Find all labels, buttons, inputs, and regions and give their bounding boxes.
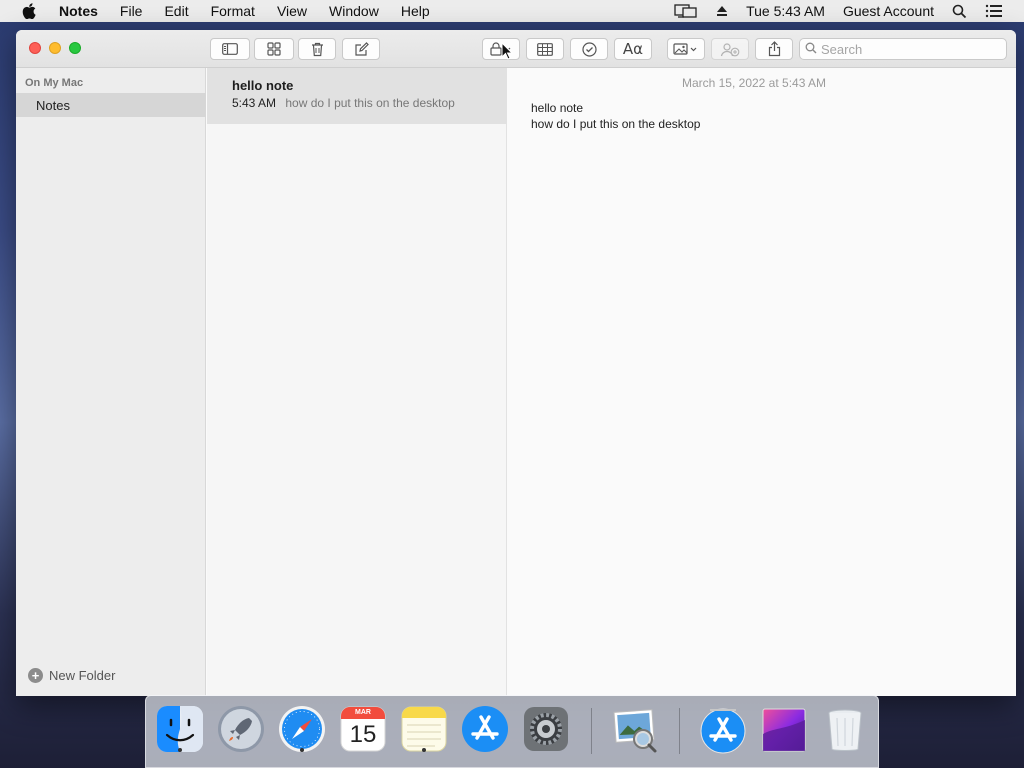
- media-icon: [673, 42, 699, 56]
- running-indicator: [178, 748, 182, 752]
- share-icon: [768, 41, 781, 57]
- delete-note-button[interactable]: [298, 38, 336, 60]
- notes-window: Aα On My Mac Notes: [16, 30, 1016, 696]
- add-media-button[interactable]: [667, 38, 705, 60]
- collaborate-button[interactable]: [711, 38, 749, 60]
- dock-preview[interactable]: [609, 704, 659, 754]
- dock: MAR 15: [145, 695, 879, 768]
- window-close-button[interactable]: [29, 42, 41, 54]
- dock-calendar[interactable]: MAR 15: [338, 704, 388, 754]
- eject-icon[interactable]: [707, 5, 737, 17]
- finder-icon: [155, 704, 205, 754]
- note-meta: 5:43 AM how do I put this on the desktop: [232, 96, 507, 110]
- insert-table-button[interactable]: [526, 38, 564, 60]
- new-folder-label: New Folder: [49, 668, 116, 683]
- display-icon[interactable]: [665, 3, 707, 19]
- checklist-icon: [581, 41, 597, 57]
- search-field[interactable]: [799, 38, 1007, 60]
- menu-help[interactable]: Help: [390, 3, 441, 19]
- dock-safari[interactable]: [277, 704, 327, 754]
- sidebar-section-on-my-mac: On My Mac: [25, 77, 84, 89]
- menu-view[interactable]: View: [266, 3, 318, 19]
- dock-finder[interactable]: [155, 704, 205, 754]
- collaborate-icon: [720, 42, 740, 57]
- dock-notes[interactable]: [399, 704, 449, 754]
- sidebar-toggle-icon: [222, 43, 238, 55]
- calendar-day: 15: [349, 721, 377, 748]
- text-format-button[interactable]: Aα: [614, 38, 652, 60]
- new-folder-button[interactable]: + New Folder: [28, 668, 115, 683]
- wallpaper-icon: [759, 704, 809, 754]
- dock-wallpaper[interactable]: [759, 704, 809, 754]
- window-maximize-button[interactable]: [69, 42, 81, 54]
- note-time: 5:43 AM: [232, 96, 277, 110]
- dock-downloads[interactable]: [698, 704, 748, 754]
- notes-icon: [399, 704, 449, 754]
- note-editor[interactable]: March 15, 2022 at 5:43 AM hello note how…: [508, 68, 1016, 696]
- dock-trash[interactable]: [820, 704, 870, 754]
- list-item[interactable]: hello note 5:43 AM how do I put this on …: [207, 68, 507, 124]
- sidebar-toggle-button[interactable]: [210, 38, 250, 60]
- checklist-button[interactable]: [570, 38, 608, 60]
- folders-sidebar: On My Mac Notes + New Folder: [16, 68, 206, 696]
- running-indicator: [422, 748, 426, 752]
- menu-user-account[interactable]: Guest Account: [834, 3, 943, 19]
- menu-window[interactable]: Window: [318, 3, 390, 19]
- menu-bar-status-area: Tue 5:43 AM Guest Account: [665, 0, 1024, 22]
- notes-list: hello note 5:43 AM how do I put this on …: [207, 68, 507, 696]
- downloads-stack-icon: [698, 704, 748, 754]
- window-toolbar: Aα: [16, 30, 1016, 68]
- compose-note-button[interactable]: [342, 38, 380, 60]
- running-indicator: [300, 748, 304, 752]
- control-center-icon[interactable]: [976, 4, 1012, 18]
- plus-circle-icon: +: [28, 668, 43, 683]
- dock-system-preferences[interactable]: [521, 704, 571, 754]
- apple-icon[interactable]: [20, 2, 38, 20]
- compose-icon: [354, 41, 369, 57]
- dock-separator: [679, 708, 680, 754]
- mouse-cursor-icon: [501, 41, 514, 63]
- note-body-line: hello note: [531, 101, 584, 115]
- window-minimize-button[interactable]: [49, 42, 61, 54]
- gallery-view-icon: [267, 42, 281, 56]
- format-icon: Aα: [622, 40, 644, 58]
- menu-app-notes[interactable]: Notes: [48, 3, 109, 19]
- safari-icon: [277, 704, 327, 754]
- note-body[interactable]: hello note how do I put this on the desk…: [531, 100, 700, 132]
- dock-app-store[interactable]: [460, 704, 510, 754]
- note-body-line: how do I put this on the desktop: [531, 117, 701, 131]
- menu-file[interactable]: File: [109, 3, 154, 19]
- gear-icon: [521, 704, 571, 754]
- calendar-month: MAR: [355, 709, 371, 716]
- share-button[interactable]: [755, 38, 793, 60]
- menu-edit[interactable]: Edit: [153, 3, 199, 19]
- dock-launchpad[interactable]: [216, 704, 266, 754]
- search-input[interactable]: [821, 41, 991, 57]
- menu-clock[interactable]: Tue 5:43 AM: [737, 3, 834, 19]
- sidebar-item-label: Notes: [36, 97, 70, 113]
- sidebar-item-notes[interactable]: Notes: [16, 93, 206, 117]
- search-icon: [805, 42, 817, 57]
- gallery-view-button[interactable]: [254, 38, 294, 60]
- launchpad-icon: [216, 704, 266, 754]
- note-preview: how do I put this on the desktop: [285, 96, 455, 110]
- dock-separator: [591, 708, 592, 754]
- preview-icon: [609, 704, 659, 754]
- table-icon: [537, 42, 553, 56]
- menu-format[interactable]: Format: [200, 3, 266, 19]
- trash-can-icon: [820, 704, 870, 754]
- menu-bar: Notes File Edit Format View Window Help …: [0, 0, 1024, 22]
- note-date: March 15, 2022 at 5:43 AM: [681, 76, 827, 90]
- note-title: hello note: [232, 78, 294, 93]
- spotlight-icon[interactable]: [943, 4, 976, 19]
- app-store-icon: [460, 704, 510, 754]
- trash-icon: [311, 42, 324, 57]
